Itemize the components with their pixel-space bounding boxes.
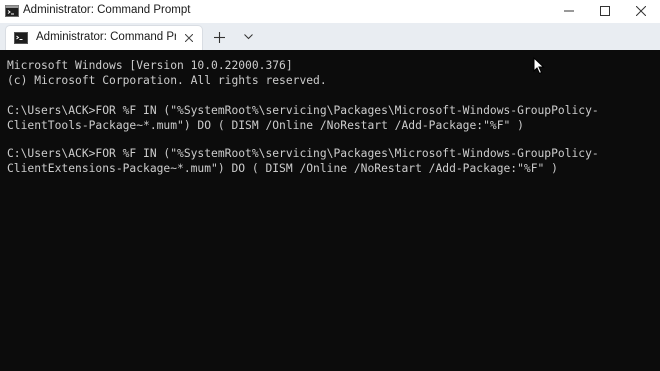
terminal-line: C:\Users\ACK>FOR %F IN ("%SystemRoot%\se…: [7, 104, 599, 117]
maximize-icon: [600, 6, 610, 16]
maximize-button[interactable]: [590, 0, 620, 22]
tab-strip: Administrator: Command Prompt: [0, 23, 660, 50]
tab-dropdown-button[interactable]: [240, 28, 256, 46]
tab-close-button[interactable]: [182, 31, 196, 45]
minimize-icon: [564, 10, 574, 12]
terminal-line: (c) Microsoft Corporation. All rights re…: [7, 74, 327, 87]
chevron-down-icon: [243, 34, 253, 40]
minimize-button[interactable]: [554, 0, 584, 22]
command-prompt-window: Administrator: Command Prompt Administra…: [0, 0, 660, 371]
window-title: Administrator: Command Prompt: [23, 4, 191, 16]
terminal-line: Microsoft Windows [Version 10.0.22000.37…: [7, 59, 293, 72]
close-icon: [636, 6, 646, 16]
cmd-icon: [5, 5, 19, 17]
close-icon: [185, 34, 193, 42]
tab-label: Administrator: Command Prompt: [36, 31, 176, 43]
mouse-pointer-icon: [533, 57, 545, 75]
terminal-line: C:\Users\ACK>FOR %F IN ("%SystemRoot%\se…: [7, 147, 599, 160]
new-tab-button[interactable]: [210, 28, 228, 46]
terminal-line: ClientTools-Package~*.mum") DO ( DISM /O…: [7, 119, 524, 132]
close-button[interactable]: [626, 0, 656, 22]
terminal-output[interactable]: Microsoft Windows [Version 10.0.22000.37…: [0, 50, 660, 371]
tab-command-prompt[interactable]: Administrator: Command Prompt: [6, 26, 202, 50]
terminal-line: ClientExtensions-Package~*.mum") DO ( DI…: [7, 162, 558, 175]
plus-icon: [213, 31, 225, 43]
title-bar[interactable]: Administrator: Command Prompt: [0, 0, 660, 24]
cmd-icon: [14, 32, 28, 44]
